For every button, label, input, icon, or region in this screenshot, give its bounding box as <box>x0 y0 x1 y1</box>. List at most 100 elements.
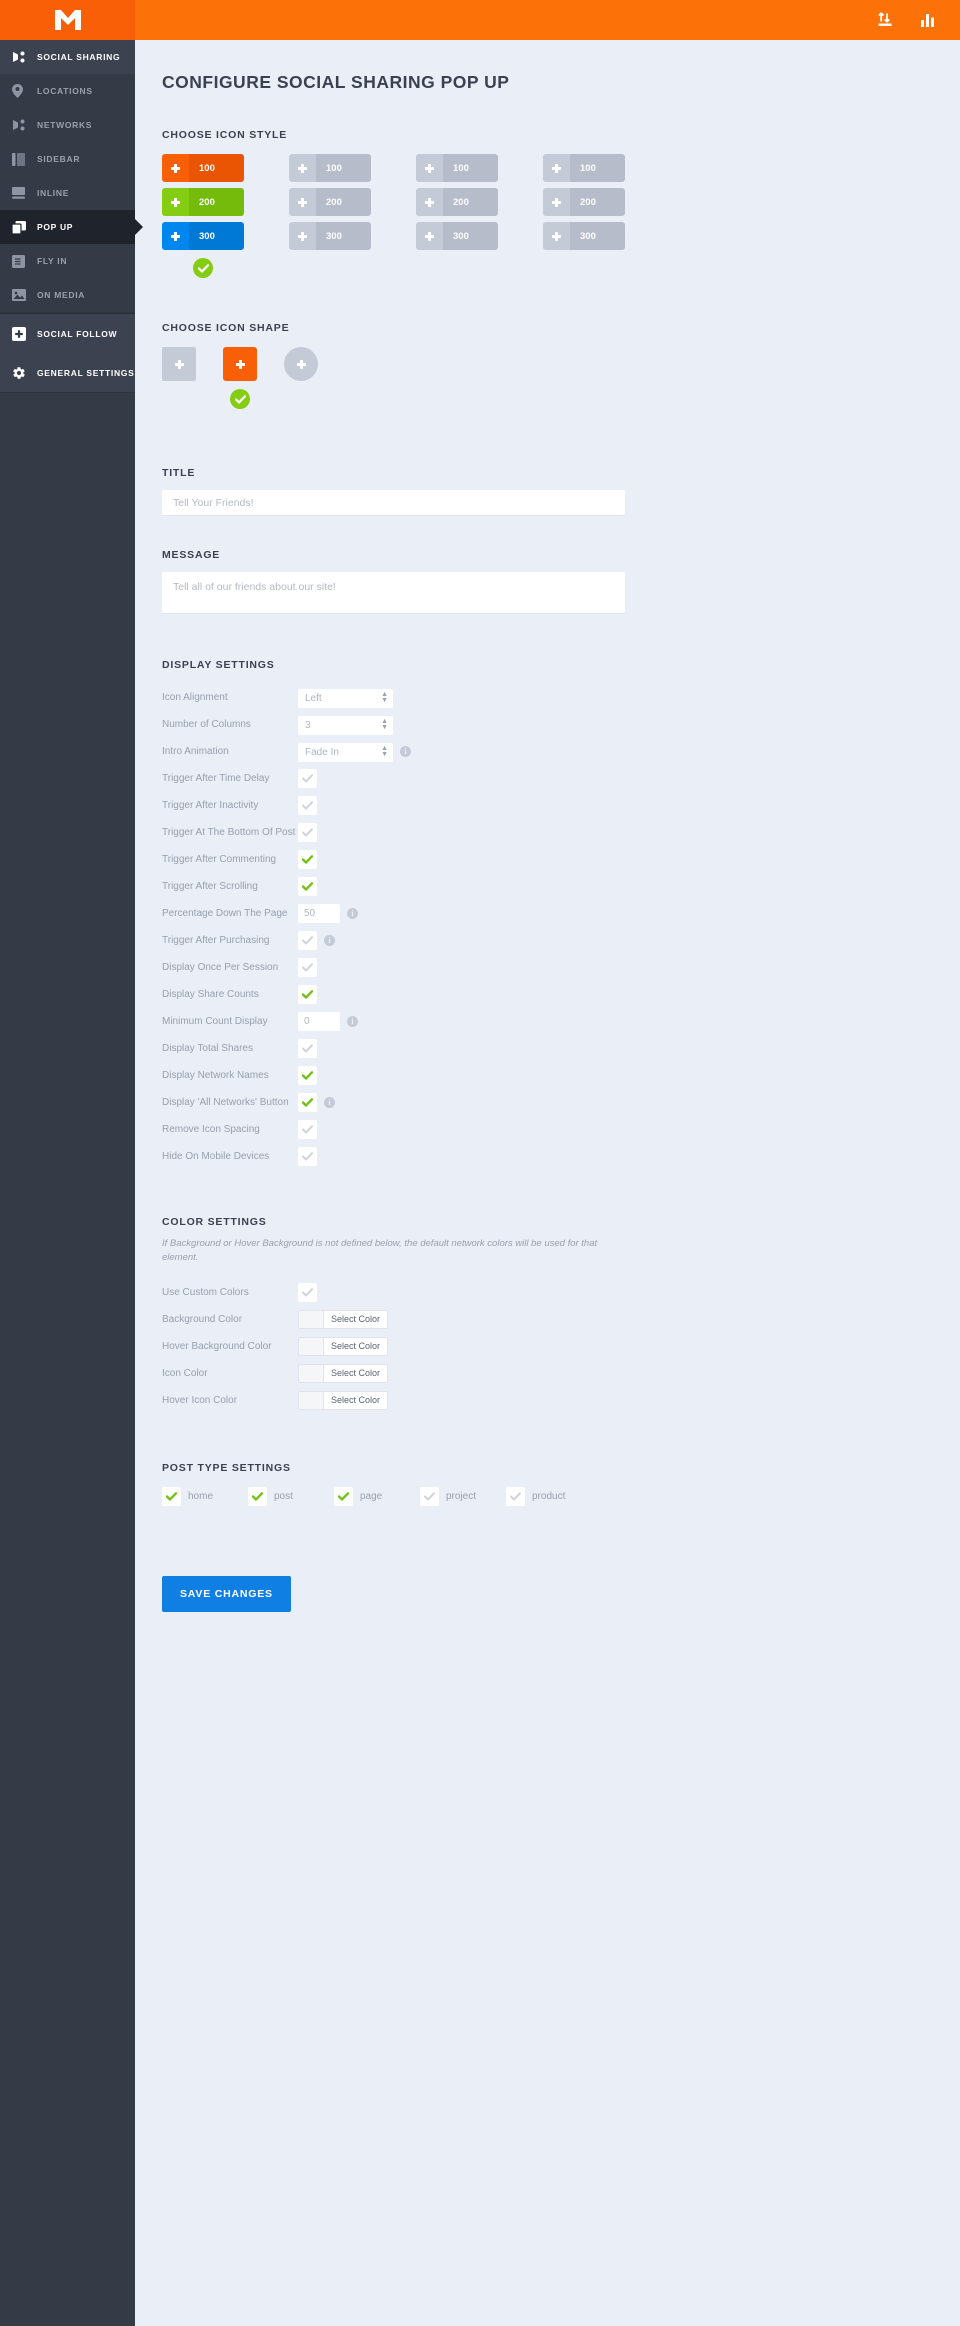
style-button[interactable]: 100 <box>543 154 625 182</box>
sidebar-item-label: Inline <box>37 188 70 198</box>
setting-label: Trigger After Inactivity <box>162 800 259 811</box>
select-color-button[interactable]: Select Color <box>324 1364 388 1382</box>
checkbox-unchecked[interactable] <box>298 1147 317 1166</box>
plus-icon <box>543 188 570 216</box>
info-icon[interactable]: i <box>400 746 411 757</box>
icon-style-heading: Choose Icon Style <box>162 129 288 141</box>
style-button[interactable]: 300 <box>416 222 498 250</box>
post-type-item-page[interactable]: page <box>334 1486 410 1506</box>
app-root: Social Sharing Locations Networks Sideba… <box>0 0 960 2326</box>
intro-animation-select[interactable]: Fade In <box>298 742 393 762</box>
number-of-columns-select[interactable]: 3 <box>298 715 393 735</box>
icon-shape-option-rounded[interactable] <box>223 347 284 409</box>
icon-alignment-select[interactable]: Left <box>298 688 393 708</box>
title-input[interactable] <box>162 490 625 515</box>
percentage-down-page-input[interactable] <box>298 904 340 923</box>
style-button[interactable]: 100 <box>289 154 371 182</box>
checkbox-unchecked[interactable] <box>298 1039 317 1058</box>
icon-alignment-select-wrap[interactable]: Left ▲ ▼ <box>298 688 393 708</box>
checkbox-checked[interactable] <box>334 1486 353 1506</box>
sidebar-item-label: On Media <box>37 290 86 300</box>
checkbox-checked[interactable] <box>298 850 317 869</box>
checkbox-unchecked[interactable] <box>298 931 317 950</box>
message-section: Message <box>162 549 920 613</box>
shape-square-swatch[interactable] <box>162 347 196 381</box>
number-of-columns-select-wrap[interactable]: 3 ▲ ▼ <box>298 715 393 735</box>
checkbox-checked[interactable] <box>298 1093 317 1112</box>
icon-shape-option-square[interactable] <box>162 347 223 381</box>
icon-shape-option-circle[interactable] <box>284 347 345 381</box>
checkbox-checked[interactable] <box>162 1486 181 1506</box>
shape-rounded-swatch[interactable] <box>223 347 257 381</box>
style-button[interactable]: 300 <box>289 222 371 250</box>
info-icon[interactable]: i <box>324 935 335 946</box>
post-type-item-project[interactable]: project <box>420 1486 496 1506</box>
sidebar-item-social-sharing[interactable]: Social Sharing <box>0 40 135 74</box>
plus-icon <box>543 222 570 250</box>
sidebar-item-fly-in[interactable]: Fly In <box>0 244 135 278</box>
message-input[interactable] <box>162 572 625 613</box>
setting-label: Use Custom Colors <box>162 1286 249 1298</box>
import-export-icon[interactable] <box>878 12 894 28</box>
plus-icon <box>289 222 316 250</box>
sidebar-item-sidebar[interactable]: Sidebar <box>0 142 135 176</box>
checkbox-unchecked[interactable] <box>298 1120 317 1139</box>
hover-background-color-picker[interactable]: Select Color <box>298 1336 389 1356</box>
setting-row-display-once-per-session: Display Once Per Session <box>162 954 920 981</box>
intro-animation-select-wrap[interactable]: Fade In ▲ ▼ <box>298 742 393 762</box>
checkbox-checked[interactable] <box>248 1486 267 1506</box>
style-button[interactable]: 300 <box>543 222 625 250</box>
icon-style-option-3[interactable]: 100 200 300 <box>416 154 543 278</box>
sidebar-item-inline[interactable]: Inline <box>0 176 135 210</box>
style-button[interactable]: 200 <box>162 188 244 216</box>
shape-circle-swatch[interactable] <box>284 347 318 381</box>
sidebar-item-pop-up[interactable]: Pop Up <box>0 210 135 244</box>
style-button[interactable]: 100 <box>416 154 498 182</box>
save-changes-button[interactable]: Save Changes <box>162 1575 291 1612</box>
info-icon[interactable]: i <box>324 1097 335 1108</box>
sidebar-item-on-media[interactable]: On Media <box>0 278 135 312</box>
message-label: Message <box>162 549 221 561</box>
page-title: Configure Social Sharing Pop Up <box>162 72 510 92</box>
checkbox-unchecked[interactable] <box>420 1486 439 1506</box>
brand-logo[interactable] <box>0 0 135 40</box>
sidebar-item-locations[interactable]: Locations <box>0 74 135 108</box>
post-type-item-product[interactable]: product <box>506 1486 582 1506</box>
post-type-item-home[interactable]: home <box>162 1486 238 1506</box>
checkbox-unchecked[interactable] <box>298 1282 317 1302</box>
info-icon[interactable]: i <box>347 1016 358 1027</box>
icon-style-option-4[interactable]: 100 200 300 <box>543 154 670 278</box>
select-color-button[interactable]: Select Color <box>324 1391 388 1409</box>
checkbox-checked[interactable] <box>298 985 317 1004</box>
icon-style-option-1[interactable]: 100 200 300 <box>162 154 289 278</box>
style-button[interactable]: 200 <box>543 188 625 216</box>
sidebar-item-general-settings[interactable]: General Settings <box>0 354 135 392</box>
minimum-count-display-input[interactable] <box>298 1012 340 1031</box>
icon-shape-section: Choose Icon Shape <box>162 322 920 409</box>
style-button[interactable]: 200 <box>289 188 371 216</box>
post-type-item-post[interactable]: post <box>248 1486 324 1506</box>
setting-label: Icon Alignment <box>162 692 228 703</box>
analytics-bar-chart-icon[interactable] <box>920 13 936 28</box>
checkbox-checked[interactable] <box>298 1066 317 1085</box>
checkbox-unchecked[interactable] <box>506 1486 525 1506</box>
select-color-button[interactable]: Select Color <box>324 1337 388 1355</box>
setting-row-trigger-at-the-bottom-of-post: Trigger At The Bottom Of Post <box>162 819 920 846</box>
select-color-button[interactable]: Select Color <box>324 1310 388 1328</box>
style-count: 300 <box>189 222 244 250</box>
checkbox-checked[interactable] <box>298 877 317 896</box>
hover-icon-color-picker[interactable]: Select Color <box>298 1390 389 1410</box>
style-button[interactable]: 100 <box>162 154 244 182</box>
icon-color-picker[interactable]: Select Color <box>298 1363 389 1383</box>
sidebar-item-social-follow[interactable]: Social Follow <box>0 314 135 354</box>
style-button[interactable]: 200 <box>416 188 498 216</box>
checkbox-unchecked[interactable] <box>298 823 317 842</box>
info-icon[interactable]: i <box>347 908 358 919</box>
sidebar-item-networks[interactable]: Networks <box>0 108 135 142</box>
checkbox-unchecked[interactable] <box>298 958 317 977</box>
background-color-picker[interactable]: Select Color <box>298 1309 389 1329</box>
checkbox-unchecked[interactable] <box>298 796 317 815</box>
checkbox-unchecked[interactable] <box>298 769 317 788</box>
style-button[interactable]: 300 <box>162 222 244 250</box>
icon-style-option-2[interactable]: 100 200 300 <box>289 154 416 278</box>
